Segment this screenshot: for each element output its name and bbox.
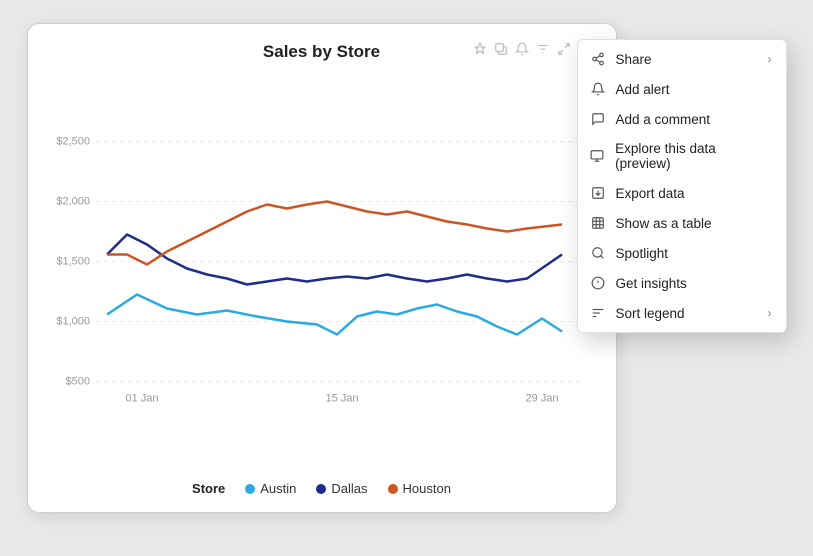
explore-icon xyxy=(590,148,606,164)
menu-spotlight-label: Spotlight xyxy=(616,246,669,261)
legend-austin-dot xyxy=(245,484,255,494)
svg-text:$1,000: $1,000 xyxy=(56,316,90,328)
chart-header: Sales by Store xyxy=(52,42,592,62)
chart-svg: $2,500 $2,000 $1,500 $1,000 $500 01 Jan … xyxy=(52,70,592,473)
menu-item-add-alert[interactable]: Add alert xyxy=(578,74,786,104)
legend-dallas: Dallas xyxy=(316,481,367,496)
svg-text:$2,000: $2,000 xyxy=(56,196,90,208)
chart-area: $2,500 $2,000 $1,500 $1,000 $500 01 Jan … xyxy=(52,70,592,473)
menu-item-get-insights[interactable]: Get insights xyxy=(578,268,786,298)
table-icon xyxy=(590,215,606,231)
legend-austin: Austin xyxy=(245,481,296,496)
menu-add-alert-label: Add alert xyxy=(616,82,670,97)
pin-icon[interactable] xyxy=(473,42,487,59)
sort-legend-chevron-icon: › xyxy=(768,306,772,320)
chart-legend: Store Austin Dallas Houston xyxy=(52,481,592,496)
outer-container: Sales by Store xyxy=(27,23,787,533)
expand-icon[interactable] xyxy=(557,42,571,59)
svg-text:$2,500: $2,500 xyxy=(56,136,90,148)
menu-explore-label: Explore this data (preview) xyxy=(615,141,771,171)
menu-item-show-table[interactable]: Show as a table xyxy=(578,208,786,238)
chart-card: Sales by Store xyxy=(27,23,617,513)
menu-item-explore-data[interactable]: Explore this data (preview) xyxy=(578,134,786,178)
menu-item-spotlight[interactable]: Spotlight xyxy=(578,238,786,268)
comment-icon xyxy=(590,111,606,127)
legend-houston-dot xyxy=(388,484,398,494)
menu-insights-label: Get insights xyxy=(616,276,687,291)
spotlight-icon xyxy=(590,245,606,261)
svg-text:15 Jan: 15 Jan xyxy=(325,393,358,405)
legend-store-label: Store xyxy=(192,481,225,496)
menu-show-table-label: Show as a table xyxy=(616,216,712,231)
svg-text:$1,500: $1,500 xyxy=(56,256,90,268)
menu-item-export-data[interactable]: Export data xyxy=(578,178,786,208)
svg-text:29 Jan: 29 Jan xyxy=(525,393,558,405)
menu-sort-legend-label: Sort legend xyxy=(616,306,685,321)
legend-houston: Houston xyxy=(388,481,451,496)
legend-austin-label: Austin xyxy=(260,481,296,496)
svg-text:01 Jan: 01 Jan xyxy=(125,393,158,405)
share-chevron-icon: › xyxy=(768,52,772,66)
insights-icon xyxy=(590,275,606,291)
export-icon xyxy=(590,185,606,201)
alert-icon xyxy=(590,81,606,97)
legend-dallas-label: Dallas xyxy=(331,481,367,496)
context-menu: Share › Add alert Add a comment Explore … xyxy=(577,39,787,333)
svg-text:$500: $500 xyxy=(65,376,89,388)
menu-item-share[interactable]: Share › xyxy=(578,44,786,74)
legend-dallas-dot xyxy=(316,484,326,494)
legend-houston-label: Houston xyxy=(403,481,451,496)
menu-export-label: Export data xyxy=(616,186,685,201)
menu-add-comment-label: Add a comment xyxy=(616,112,711,127)
duplicate-icon[interactable] xyxy=(494,42,508,59)
menu-share-label: Share xyxy=(616,52,652,67)
menu-item-add-comment[interactable]: Add a comment xyxy=(578,104,786,134)
bell-icon[interactable] xyxy=(515,42,529,59)
share-icon xyxy=(590,51,606,67)
sort-icon xyxy=(590,305,606,321)
menu-item-sort-legend[interactable]: Sort legend › xyxy=(578,298,786,328)
filter-icon[interactable] xyxy=(536,42,550,59)
chart-toolbar xyxy=(473,42,592,59)
